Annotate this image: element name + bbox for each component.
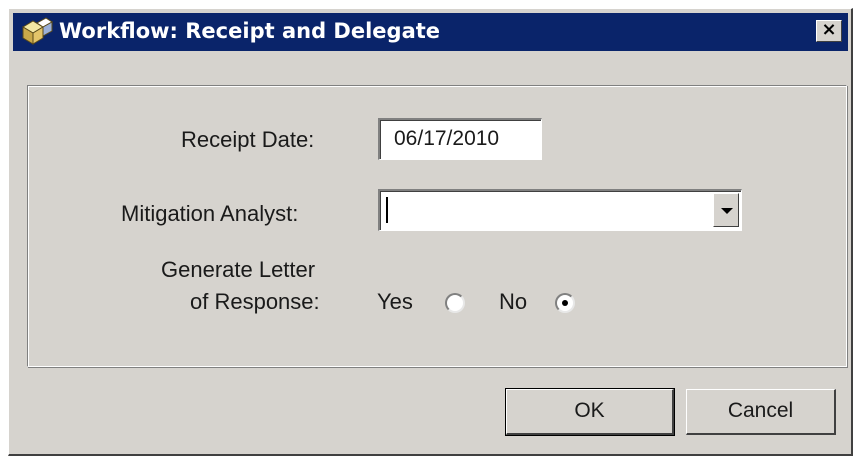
chevron-down-icon (721, 208, 733, 214)
window-title: Workflow: Receipt and Delegate (59, 19, 441, 43)
no-radio[interactable] (555, 293, 575, 313)
no-radio-label[interactable]: No (499, 289, 527, 315)
radio-selected-dot (562, 300, 568, 306)
yes-radio-label[interactable]: Yes (377, 289, 413, 315)
receipt-date-field[interactable]: 06/17/2010 (378, 118, 542, 160)
close-icon: × (821, 19, 837, 40)
text-caret (386, 197, 388, 223)
ok-button[interactable]: OK (505, 388, 675, 436)
mitigation-analyst-dropdown[interactable] (378, 189, 742, 231)
title-bar[interactable]: Workflow: Receipt and Delegate × (13, 13, 848, 51)
workflow-boxes-icon (22, 17, 53, 45)
mitigation-analyst-label: Mitigation Analyst: (121, 201, 299, 226)
generate-letter-label-line1: Generate Letter (161, 257, 316, 282)
generate-letter-label-line2: of Response: (190, 289, 320, 314)
dropdown-button[interactable] (713, 193, 739, 227)
receipt-date-label: Receipt Date: (181, 127, 315, 152)
close-button[interactable]: × (816, 20, 842, 42)
dialog-window: Workflow: Receipt and Delegate × Receipt… (8, 8, 853, 456)
yes-radio[interactable] (445, 293, 465, 313)
cancel-button[interactable]: Cancel (686, 389, 836, 435)
